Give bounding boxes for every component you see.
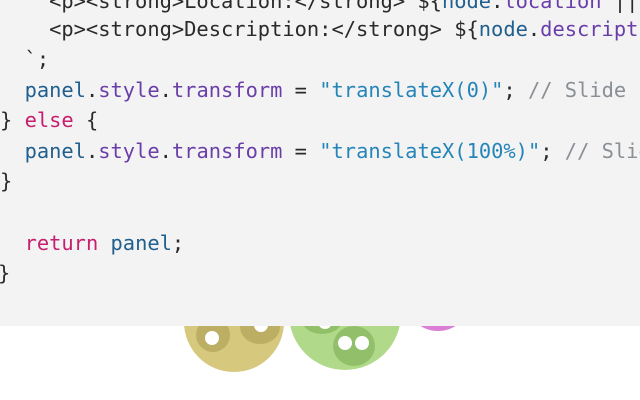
code-token: } (0, 108, 25, 132)
code-comment: // Slide i (527, 78, 640, 102)
code-token: "translateX(0)" (319, 78, 504, 102)
code-token: . (159, 78, 172, 102)
code-token: ; (503, 78, 528, 102)
graph-node-dot (205, 331, 219, 345)
code-token: panel (110, 231, 172, 255)
code-token: descripti (540, 17, 640, 41)
code-token: } (0, 261, 10, 285)
code-token: <p><strong>Location:</strong> ${ (0, 0, 442, 13)
code-token: . (85, 139, 99, 163)
code-line: } else { (0, 105, 98, 135)
code-token: <p><strong>Description:</strong> ${ (0, 17, 479, 41)
code-panel: <p><strong>Location:</strong> ${node.loc… (0, 0, 640, 326)
graph-node-dot (338, 336, 352, 350)
code-token: || (601, 0, 639, 13)
code-token: "translateX(100%)" (319, 139, 541, 163)
code-token: = (282, 78, 320, 102)
code-token: . (159, 139, 172, 163)
code-token: panel (24, 78, 86, 102)
code-line: return panel; (0, 228, 185, 258)
code-token: . (85, 78, 99, 102)
code-line: `; (0, 44, 50, 74)
code-line: } (0, 258, 10, 288)
code-line: panel.style.transform = "translateX(100%… (0, 136, 640, 166)
code-token: node (441, 0, 492, 13)
code-token: style (98, 139, 160, 163)
code-line: } (0, 166, 12, 196)
code-comment: // Slid (564, 139, 640, 163)
code-token: . (491, 0, 504, 13)
code-keyword: return (24, 231, 99, 255)
code-token: `; (0, 47, 50, 71)
code-token: style (98, 78, 160, 102)
code-keyword: else (24, 108, 74, 132)
code-token: { (73, 108, 99, 132)
graph-node-dot (355, 336, 369, 350)
code-line: panel.style.transform = "translateX(0)";… (0, 75, 640, 105)
code-token: ; (171, 231, 185, 255)
code-token: ; (540, 139, 565, 163)
code-token: panel (24, 139, 86, 163)
code-token: transform (171, 78, 283, 102)
code-token: = (282, 139, 320, 163)
code-token: } (0, 169, 13, 193)
code-token: location (503, 0, 602, 13)
code-token: . (527, 17, 541, 41)
code-token: transform (171, 139, 283, 163)
code-line: <p><strong>Description:</strong> ${node.… (0, 14, 640, 44)
code-token: node (478, 17, 528, 41)
